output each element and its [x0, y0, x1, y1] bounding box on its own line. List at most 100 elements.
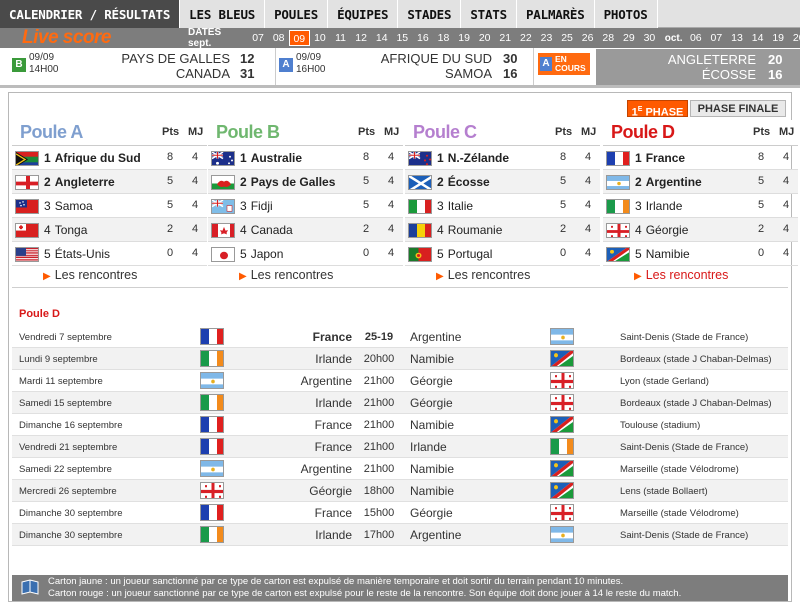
date-sept-07[interactable]: 07 [248, 32, 269, 44]
nav-stats[interactable]: STATS [461, 0, 517, 28]
fixture-venue[interactable]: Saint-Denis (Stade de France) [620, 442, 748, 453]
team-name[interactable]: 2 Écosse [437, 175, 490, 189]
date-sept-28[interactable]: 28 [598, 32, 619, 44]
match-team2[interactable]: ÉCOSSE [596, 67, 756, 82]
fixture-score[interactable]: 21h00 [359, 375, 399, 387]
tab-first-phase[interactable]: 1E PHASE [627, 100, 688, 119]
nav-stades[interactable]: STADES [398, 0, 462, 28]
fixture-row[interactable]: Mercredi 26 septembre Géorgie 18h00 Nami… [12, 480, 788, 502]
team-name[interactable]: 2 Angleterre [44, 175, 115, 189]
date-oct-20[interactable]: 20 [788, 32, 800, 44]
fixture-venue[interactable]: Saint-Denis (Stade de France) [620, 332, 748, 343]
fixture-away[interactable]: Géorgie [410, 506, 453, 520]
date-sept-16[interactable]: 16 [413, 32, 434, 44]
team-name[interactable]: 1 N.-Zélande [437, 151, 509, 165]
fixture-score[interactable]: 21h00 [359, 419, 399, 431]
pool-team-row[interactable]: 5 États-Unis 0 4 [12, 242, 207, 266]
fixture-away[interactable]: Namibie [410, 462, 454, 476]
fixture-away[interactable]: Namibie [410, 484, 454, 498]
fixture-score[interactable]: 17h00 [359, 529, 399, 541]
fixture-row[interactable]: Vendredi 7 septembre France 25-19 Argent… [12, 326, 788, 348]
pool-team-row[interactable]: 2 Pays de Galles 5 4 [208, 170, 403, 194]
nav-les-bleus[interactable]: LES BLEUS [180, 0, 266, 28]
date-sept-20[interactable]: 20 [474, 32, 495, 44]
nav-poules[interactable]: POULES [265, 0, 329, 28]
pool-team-row[interactable]: 4 Géorgie 2 4 [603, 218, 798, 242]
pool-team-row[interactable]: 3 Samoa 5 4 [12, 194, 207, 218]
fixture-home[interactable]: France [232, 418, 352, 432]
fixture-row[interactable]: Dimanche 30 septembre France 15h00 Géorg… [12, 502, 788, 524]
fixture-row[interactable]: Mardi 11 septembre Argentine 21h00 Géorg… [12, 370, 788, 392]
fixture-row[interactable]: Samedi 22 septembre Argentine 21h00 Nami… [12, 458, 788, 480]
match-team2[interactable]: SAMOA [362, 66, 492, 81]
pool-team-row[interactable]: 2 Angleterre 5 4 [12, 170, 207, 194]
rencontres-link-d[interactable]: ▶ Les rencontres [634, 268, 728, 282]
fixture-home[interactable]: Irlande [232, 396, 352, 410]
team-name[interactable]: 2 Pays de Galles [240, 175, 335, 189]
team-name[interactable]: 4 Géorgie [635, 223, 688, 237]
date-sept-09[interactable]: 09 [288, 30, 310, 46]
fixture-score[interactable]: 21h00 [359, 463, 399, 475]
team-name[interactable]: 3 Italie [437, 199, 473, 213]
pool-team-row[interactable]: 1 N.-Zélande 8 4 [405, 146, 600, 170]
pool-team-row[interactable]: 5 Japon 0 4 [208, 242, 403, 266]
pool-team-row[interactable]: 3 Irlande 5 4 [603, 194, 798, 218]
date-oct-06[interactable]: 06 [686, 32, 707, 44]
fixture-home[interactable]: France [232, 440, 352, 454]
date-sept-19[interactable]: 19 [454, 32, 475, 44]
fixture-score[interactable]: 18h00 [359, 485, 399, 497]
fixture-row[interactable]: Lundi 9 septembre Irlande 20h00 Namibie … [12, 348, 788, 370]
team-name[interactable]: 5 Namibie [635, 247, 690, 261]
fixture-row[interactable]: Vendredi 21 septembre France 21h00 Irlan… [12, 436, 788, 458]
fixture-away[interactable]: Namibie [410, 418, 454, 432]
team-name[interactable]: 2 Argentine [635, 175, 702, 189]
fixture-score[interactable]: 20h00 [359, 353, 399, 365]
nav-calendrier[interactable]: CALENDRIER / RÉSULTATS [0, 0, 181, 28]
fixture-home[interactable]: Irlande [232, 352, 352, 366]
fixture-away[interactable]: Namibie [410, 352, 454, 366]
team-name[interactable]: 3 Irlande [635, 199, 682, 213]
match-team1[interactable]: AFRIQUE DU SUD [362, 51, 492, 66]
fixture-away[interactable]: Géorgie [410, 374, 453, 388]
fixture-home[interactable]: Irlande [232, 528, 352, 542]
date-oct-14[interactable]: 14 [747, 32, 768, 44]
pool-name[interactable]: Poule B [216, 122, 280, 143]
date-sept-10[interactable]: 10 [310, 32, 331, 44]
fixture-venue[interactable]: Marseille (stade Vélodrome) [620, 508, 739, 519]
date-oct-19[interactable]: 19 [768, 32, 789, 44]
fixture-venue[interactable]: Marseille (stade Vélodrome) [620, 464, 739, 475]
pool-team-row[interactable]: 3 Fidji 5 4 [208, 194, 403, 218]
team-name[interactable]: 1 France [635, 151, 685, 165]
fixture-row[interactable]: Samedi 15 septembre Irlande 21h00 Géorgi… [12, 392, 788, 414]
fixture-venue[interactable]: Saint-Denis (Stade de France) [620, 530, 748, 541]
date-sept-14[interactable]: 14 [371, 32, 392, 44]
pool-team-row[interactable]: 1 Australie 8 4 [208, 146, 403, 170]
pool-name[interactable]: Poule C [413, 122, 477, 143]
date-sept-15[interactable]: 15 [392, 32, 413, 44]
rencontres-link-a[interactable]: ▶ Les rencontres [43, 268, 137, 282]
team-name[interactable]: 1 Australie [240, 151, 302, 165]
pool-team-row[interactable]: 2 Écosse 5 4 [405, 170, 600, 194]
fixture-home[interactable]: France [232, 330, 352, 344]
pool-name[interactable]: Poule A [20, 122, 83, 143]
date-sept-21[interactable]: 21 [495, 32, 516, 44]
fixture-row[interactable]: Dimanche 30 septembre Irlande 17h00 Arge… [12, 524, 788, 546]
date-sept-23[interactable]: 23 [536, 32, 557, 44]
date-sept-30[interactable]: 30 [639, 32, 660, 44]
pool-team-row[interactable]: 2 Argentine 5 4 [603, 170, 798, 194]
pool-team-row[interactable]: 5 Namibie 0 4 [603, 242, 798, 266]
team-name[interactable]: 5 Portugal [437, 247, 492, 261]
date-sept-11[interactable]: 11 [330, 32, 351, 44]
fixture-venue[interactable]: Toulouse (stadium) [620, 420, 700, 431]
fixture-venue[interactable]: Bordeaux (stade J Chaban-Delmas) [620, 354, 772, 365]
fixture-away[interactable]: Argentine [410, 330, 461, 344]
date-sept-18[interactable]: 18 [433, 32, 454, 44]
fixture-score[interactable]: 25-19 [359, 331, 399, 343]
fixture-venue[interactable]: Lens (stade Bollaert) [620, 486, 708, 497]
date-sept-22[interactable]: 22 [516, 32, 537, 44]
pool-team-row[interactable]: 1 France 8 4 [603, 146, 798, 170]
team-name[interactable]: 3 Fidji [240, 199, 273, 213]
fixture-score[interactable]: 21h00 [359, 441, 399, 453]
fixture-venue[interactable]: Bordeaux (stade J Chaban-Delmas) [620, 398, 772, 409]
team-name[interactable]: 5 Japon [240, 247, 283, 261]
